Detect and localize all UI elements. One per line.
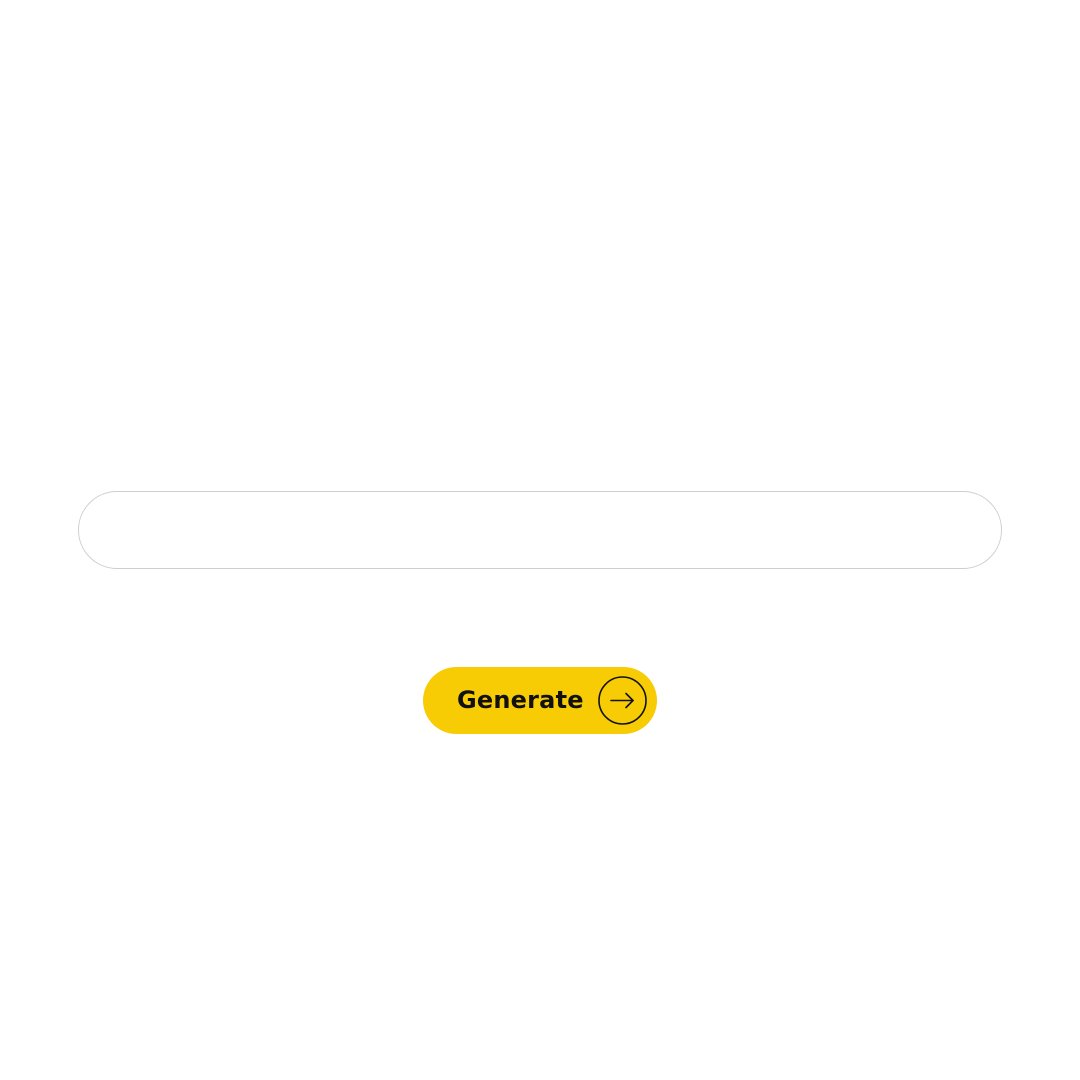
arrow-right-circle-icon: [598, 676, 647, 725]
generate-button-label: Generate: [457, 686, 584, 714]
generate-button[interactable]: Generate: [423, 667, 657, 734]
prompt-input[interactable]: [78, 491, 1002, 569]
